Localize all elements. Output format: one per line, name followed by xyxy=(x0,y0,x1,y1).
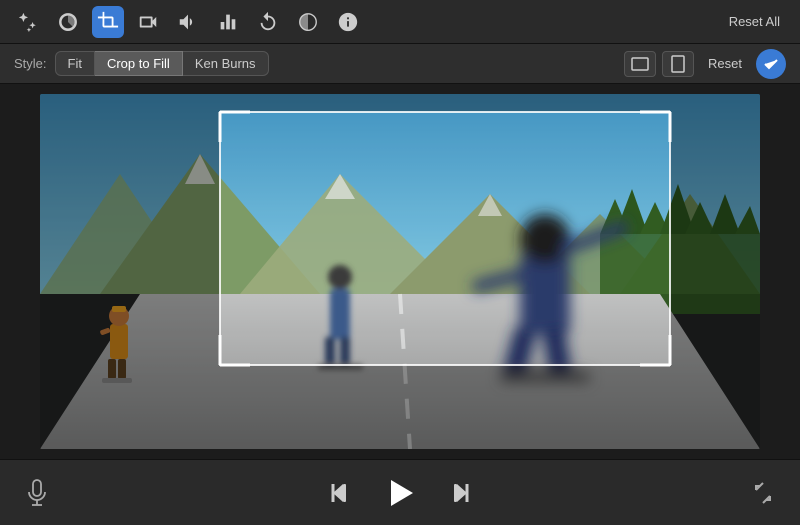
skip-back-icon xyxy=(330,480,356,506)
color-wheel-icon xyxy=(57,11,79,33)
play-icon xyxy=(383,476,417,510)
equalizer-tool[interactable] xyxy=(212,6,244,38)
reset-button[interactable]: Reset xyxy=(700,52,750,75)
portrait-aspect-icon xyxy=(671,55,685,73)
microphone-button[interactable] xyxy=(20,476,54,510)
video-scene xyxy=(40,94,760,449)
bottom-bar xyxy=(0,459,800,525)
aspect-portrait-button[interactable] xyxy=(662,51,694,77)
scene-svg xyxy=(40,94,760,449)
skip-forward-button[interactable] xyxy=(440,476,474,510)
rotate-icon xyxy=(257,11,279,33)
landscape-aspect-icon xyxy=(631,57,649,71)
fullscreen-icon xyxy=(750,480,776,506)
info-tool[interactable] xyxy=(332,6,364,38)
audio-tool[interactable] xyxy=(172,6,204,38)
skip-back-button[interactable] xyxy=(326,476,360,510)
play-button[interactable] xyxy=(380,473,420,513)
crop-icon xyxy=(97,11,119,33)
color-tool[interactable] xyxy=(52,6,84,38)
audio-icon xyxy=(177,11,199,33)
style-label: Style: xyxy=(14,56,47,71)
magic-wand-icon xyxy=(17,11,39,33)
info-icon xyxy=(337,11,359,33)
microphone-icon xyxy=(26,479,48,507)
transport-controls xyxy=(326,473,474,513)
fit-button[interactable]: Fit xyxy=(55,51,95,76)
bottom-left xyxy=(20,476,54,510)
top-toolbar: Reset All xyxy=(0,0,800,44)
skip-forward-icon xyxy=(444,480,470,506)
fullscreen-button[interactable] xyxy=(746,476,780,510)
right-controls: Reset xyxy=(624,49,786,79)
crop-tool[interactable] xyxy=(92,6,124,38)
video-tool[interactable] xyxy=(132,6,164,38)
reset-all-button[interactable]: Reset All xyxy=(721,10,788,33)
rotate-tool[interactable] xyxy=(252,6,284,38)
crop-to-fill-button[interactable]: Crop to Fill xyxy=(95,51,183,76)
ken-burns-button[interactable]: Ken Burns xyxy=(183,51,269,76)
confirm-button[interactable] xyxy=(756,49,786,79)
overlay-tool[interactable] xyxy=(292,6,324,38)
checkmark-icon xyxy=(763,56,779,72)
aspect-landscape-button[interactable] xyxy=(624,51,656,77)
style-bar: Style: Fit Crop to Fill Ken Burns Reset xyxy=(0,44,800,84)
bottom-right xyxy=(746,476,780,510)
video-area xyxy=(0,84,800,459)
equalizer-icon xyxy=(217,11,239,33)
overlay-icon xyxy=(297,11,319,33)
video-camera-icon xyxy=(137,11,159,33)
magic-wand-tool[interactable] xyxy=(12,6,44,38)
